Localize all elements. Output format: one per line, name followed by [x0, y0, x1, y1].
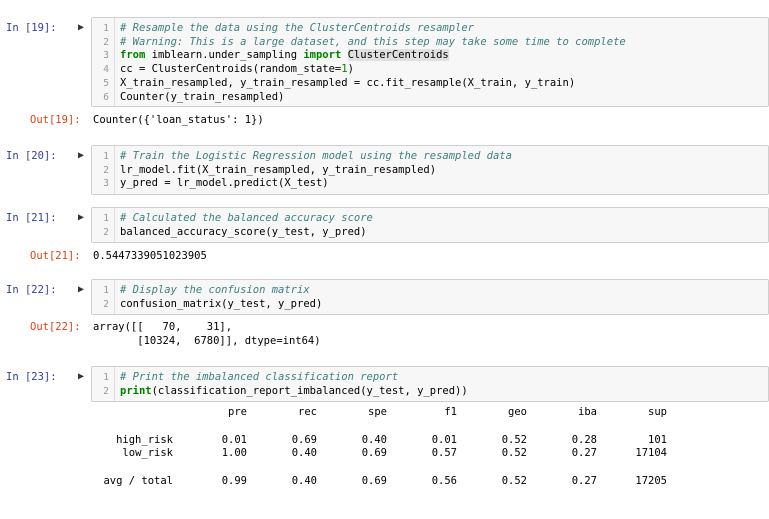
report-header-row: pre rec spe f1 geo iba sup [93, 406, 667, 420]
code-text: Counter(y_train_resampled) [120, 90, 285, 103]
report-cell: 0.56 [431, 475, 457, 488]
line-number: 2 [103, 164, 109, 176]
report-cell: 0.01 [431, 433, 457, 446]
report-cell: 0.52 [501, 475, 527, 488]
line-number: 2 [103, 36, 109, 48]
classification-report: pre rec spe f1 geo iba sup high_risk 0.0… [93, 406, 667, 489]
in-prompt: In [19]: [6, 22, 57, 34]
run-pointer-icon[interactable]: ▶ [78, 150, 86, 161]
line-number: 1 [103, 213, 109, 224]
line-number: 1 [103, 151, 109, 162]
report-cell: 0.40 [361, 433, 387, 446]
report-header: sup [648, 406, 667, 418]
report-cell: 0.27 [571, 475, 597, 488]
line-number: 2 [103, 298, 109, 310]
in-prompt: In [20]: [6, 150, 57, 162]
code-editor[interactable]: 1 # Resample the data using the ClusterCe… [91, 17, 769, 107]
line-number: 6 [103, 91, 109, 103]
in-prompt: In [23]: [6, 371, 57, 383]
report-row: avg / total 0.99 0.40 0.69 0.56 0.52 0.2… [93, 475, 667, 489]
line-number: 1 [103, 285, 109, 296]
code-text: # Print the imbalanced classification re… [120, 371, 399, 383]
report-header: iba [578, 406, 597, 418]
code-text: # Calculated the balanced accuracy score [120, 212, 373, 224]
report-header: pre [228, 406, 247, 418]
cell-output: 0.5447339051023905 [93, 250, 207, 262]
code-text: lr_model.fit(X_train_resampled, y_train_… [120, 163, 437, 176]
line-number: 3 [103, 50, 109, 62]
report-cell: 0.69 [291, 433, 317, 446]
line-number: 4 [103, 64, 109, 76]
report-cell: 1.00 [221, 447, 247, 460]
code-text: cc = ClusterCentroids(random_state=1) [120, 63, 354, 77]
code-token: imblearn.under_sampling [145, 49, 304, 62]
code-text: # Resample the data using the ClusterCen… [120, 22, 475, 34]
run-pointer-icon[interactable]: ▶ [78, 212, 86, 223]
line-number: 5 [103, 77, 109, 89]
report-cell: 0.40 [291, 447, 317, 460]
report-label-header [93, 406, 173, 420]
in-prompt: In [22]: [6, 284, 57, 296]
line-number: 3 [103, 178, 109, 190]
code-text: confusion_matrix(y_test, y_pred) [120, 297, 323, 310]
report-header: spe [368, 406, 387, 418]
report-cell: 0.52 [501, 433, 527, 446]
cell-output-line: [10324, 6780]], dtype=int64) [93, 335, 321, 347]
report-header: rec [298, 406, 317, 418]
report-row: low_risk 1.00 0.40 0.69 0.57 0.52 0.27 1… [93, 447, 667, 461]
keyword: print [120, 384, 152, 397]
code-token: cc = ClusterCentroids(random_state= [120, 63, 342, 76]
report-spacer-row [93, 420, 667, 434]
report-cell: 17104 [635, 447, 667, 460]
report-row: high_risk 0.01 0.69 0.40 0.01 0.52 0.28 … [93, 434, 667, 448]
code-text: balanced_accuracy_score(y_test, y_pred) [120, 225, 367, 238]
keyword: from [120, 49, 146, 62]
code-text: # Warning: This is a large dataset, and … [120, 35, 626, 48]
code-editor[interactable]: 1 # Calculated the balanced accuracy scor… [91, 207, 769, 243]
highlighted-token: ClusterCentroids [347, 49, 449, 62]
line-number: 1 [103, 23, 109, 34]
cell-output-line: array([[ 70, 31], [93, 321, 233, 333]
line-number: 1 [103, 372, 109, 383]
code-token: ) [347, 63, 354, 76]
report-cell: 0.52 [501, 447, 527, 460]
code-text: from imblearn.under_sampling import Clus… [120, 49, 449, 63]
report-cell: 0.01 [221, 433, 247, 446]
line-number: 2 [103, 385, 109, 397]
run-pointer-icon[interactable]: ▶ [78, 284, 86, 295]
report-cell: 0.40 [291, 475, 317, 488]
report-cell: 0.99 [221, 475, 247, 488]
report-cell: 0.69 [361, 475, 387, 488]
keyword: import [303, 49, 342, 62]
line-number: 2 [103, 226, 109, 238]
report-row-label: high_risk [116, 433, 173, 446]
code-text: # Train the Logistic Regression model us… [120, 150, 512, 162]
code-text: print(classification_report_imbalanced(y… [120, 385, 468, 399]
in-prompt: In [21]: [6, 212, 57, 224]
code-text: X_train_resampled, y_train_resampled = c… [120, 76, 576, 89]
code-editor[interactable]: 1 # Display the confusion matrix 2 confusi… [91, 279, 769, 315]
run-pointer-icon[interactable]: ▶ [78, 371, 86, 382]
code-token: (classification_report_imbalanced(y_test… [151, 384, 468, 397]
code-editor[interactable]: 1 # Train the Logistic Regression model u… [91, 145, 769, 195]
report-row-label: low_risk [122, 447, 173, 460]
code-text: y_pred = lr_model.predict(X_test) [120, 177, 329, 190]
report-cell: 0.57 [431, 447, 457, 460]
cell-output: Counter({'loan_status': 1}) [93, 114, 264, 126]
report-cell: 17205 [635, 475, 667, 488]
code-editor[interactable]: 1 # Print the imbalanced classification r… [91, 366, 769, 402]
report-row-label: avg / total [103, 475, 173, 488]
report-cell: 0.69 [361, 447, 387, 460]
report-cell: 101 [648, 433, 667, 446]
code-text: # Display the confusion matrix [120, 284, 310, 296]
run-pointer-icon[interactable]: ▶ [78, 22, 86, 33]
report-spacer-row [93, 461, 667, 475]
report-header: f1 [444, 406, 457, 418]
report-cell: 0.27 [571, 447, 597, 460]
report-header: geo [508, 406, 527, 418]
report-cell: 0.28 [571, 433, 597, 446]
